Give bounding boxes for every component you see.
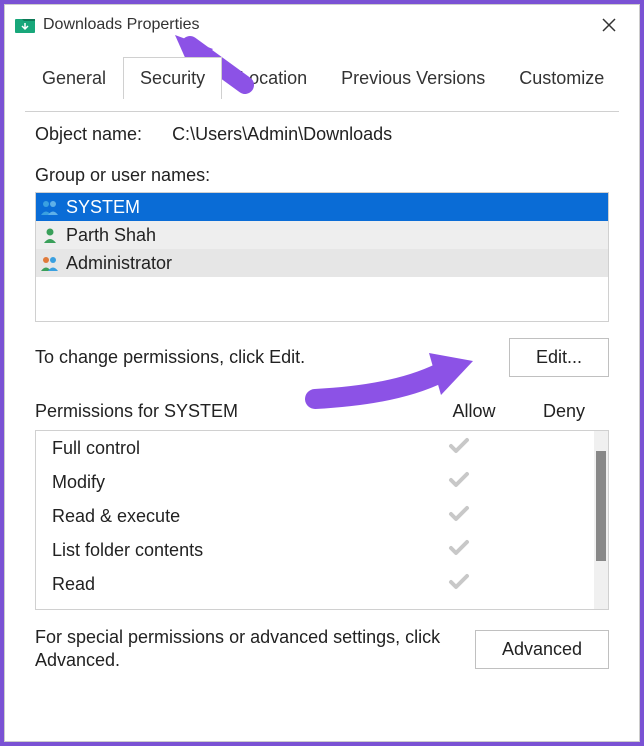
advanced-hint: For special permissions or advanced sett… xyxy=(35,626,455,673)
allow-column-header: Allow xyxy=(429,401,519,422)
permissions-title: Permissions for SYSTEM xyxy=(35,401,429,422)
list-item-system[interactable]: SYSTEM xyxy=(36,193,608,221)
edit-button[interactable]: Edit... xyxy=(509,338,609,377)
permission-row: List folder contents xyxy=(36,533,594,567)
check-icon xyxy=(448,539,470,562)
permission-name: List folder contents xyxy=(36,540,414,561)
permission-row: Full control xyxy=(36,431,594,465)
deny-column-header: Deny xyxy=(519,401,609,422)
tab-location[interactable]: Location xyxy=(222,57,324,99)
list-item-user[interactable]: Parth Shah xyxy=(36,221,608,249)
downloads-folder-icon xyxy=(15,15,35,35)
properties-dialog: Downloads Properties General Security Lo… xyxy=(4,4,640,742)
check-icon xyxy=(448,573,470,596)
allow-cell xyxy=(414,573,504,596)
close-button[interactable] xyxy=(589,11,629,39)
allow-cell xyxy=(414,471,504,494)
permission-row: Read & execute xyxy=(36,499,594,533)
tab-general[interactable]: General xyxy=(25,57,123,99)
permission-row: Modify xyxy=(36,465,594,499)
permission-name: Read xyxy=(36,574,414,595)
edit-hint: To change permissions, click Edit. xyxy=(35,347,509,368)
permission-name: Full control xyxy=(36,438,414,459)
allow-cell xyxy=(414,539,504,562)
scrollbar-thumb[interactable] xyxy=(596,451,606,561)
group-user-names-label: Group or user names: xyxy=(35,165,609,186)
permission-name: Modify xyxy=(36,472,414,493)
tabstrip: General Security Location Previous Versi… xyxy=(25,57,619,100)
allow-cell xyxy=(414,437,504,460)
permission-row: Read xyxy=(36,567,594,601)
tab-customize[interactable]: Customize xyxy=(502,57,621,99)
check-icon xyxy=(448,437,470,460)
permissions-list: Full control Modify Read & execute List fol… xyxy=(35,430,609,610)
titlebar: Downloads Properties xyxy=(5,5,639,45)
users-icon xyxy=(40,254,60,272)
tab-previous-versions[interactable]: Previous Versions xyxy=(324,57,502,99)
check-icon xyxy=(448,505,470,528)
check-icon xyxy=(448,471,470,494)
object-name-value: C:\Users\Admin\Downloads xyxy=(172,124,392,145)
allow-cell xyxy=(414,505,504,528)
user-icon xyxy=(40,226,60,244)
list-item-administrators[interactable]: Administrator xyxy=(36,249,608,277)
object-name-label: Object name: xyxy=(35,124,142,145)
group-user-list[interactable]: SYSTEM Parth Shah Administrator xyxy=(35,192,609,322)
permission-name: Read & execute xyxy=(36,506,414,527)
close-icon xyxy=(602,18,616,32)
users-icon xyxy=(40,198,60,216)
tab-security[interactable]: Security xyxy=(123,57,222,99)
advanced-button[interactable]: Advanced xyxy=(475,630,609,669)
scrollbar[interactable] xyxy=(594,431,608,609)
window-title: Downloads Properties xyxy=(43,16,589,34)
